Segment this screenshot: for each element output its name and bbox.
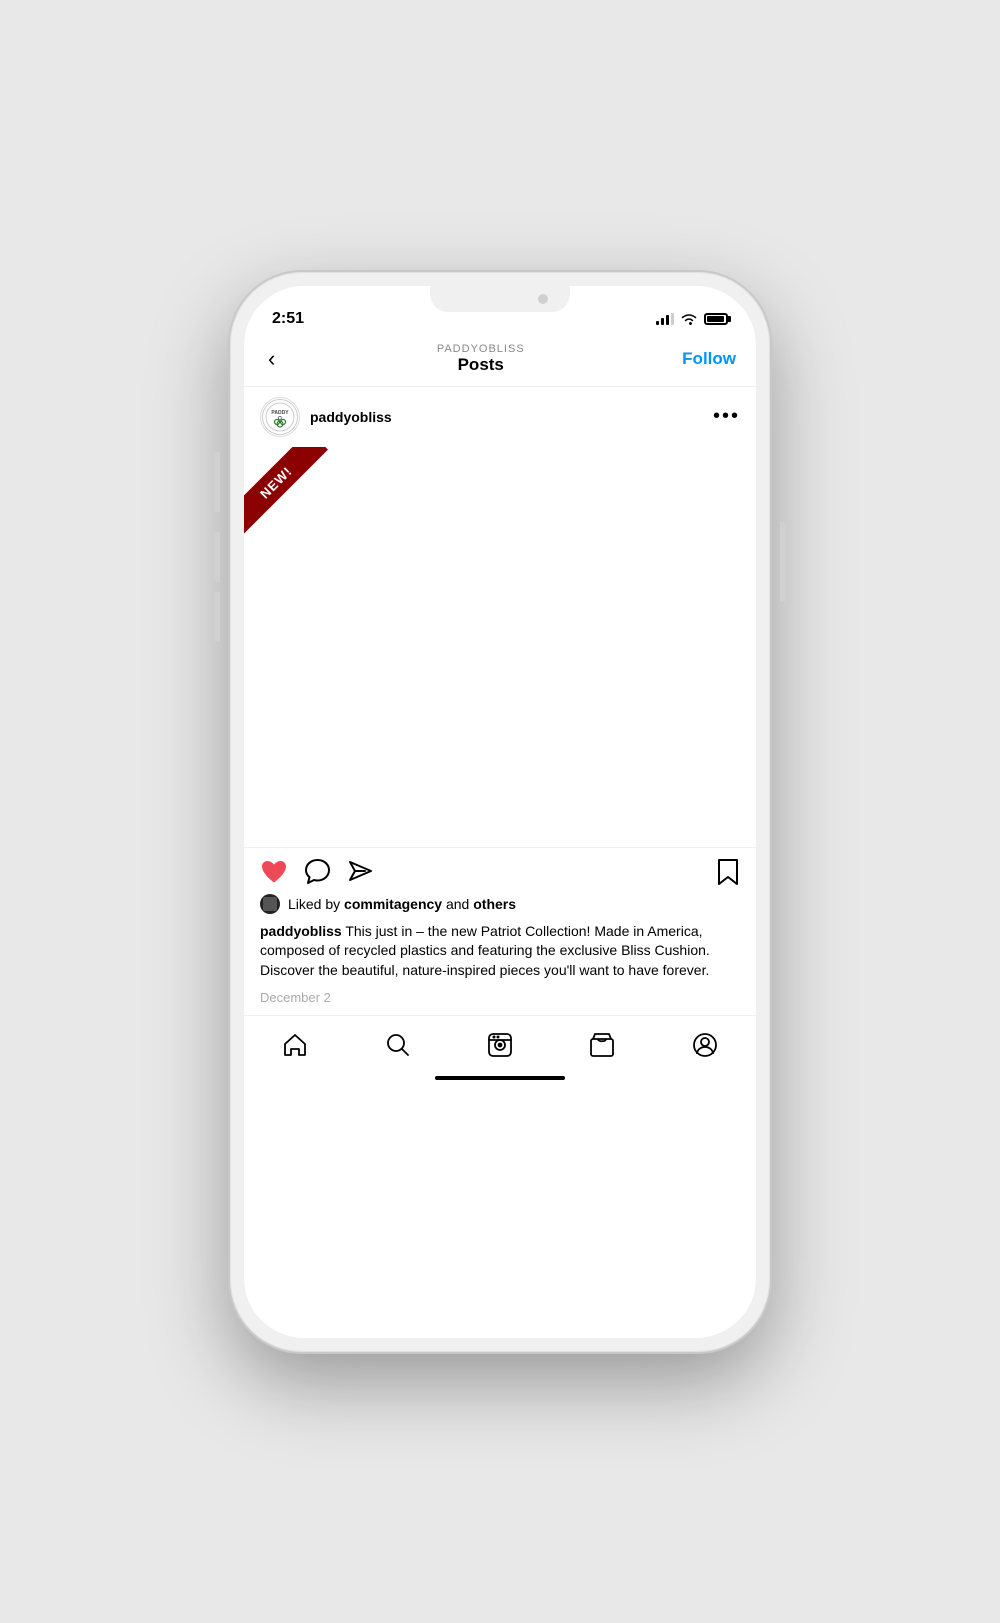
bottom-nav: [244, 1015, 756, 1070]
post-header: PADDY O paddyobliss •••: [244, 387, 756, 447]
likes-text: Liked by commitagency and others: [288, 896, 516, 912]
liked-by-others[interactable]: others: [473, 896, 516, 912]
nav-posts-label: Posts: [279, 355, 682, 375]
nav-reels[interactable]: [471, 1028, 529, 1062]
status-icons: [656, 312, 728, 326]
status-bar: 2:51: [244, 286, 756, 334]
phone-screen: 2:51: [244, 286, 756, 1338]
nav-header: ‹ PADDYOBLISS Posts Follow: [244, 334, 756, 387]
signal-icon: [656, 313, 674, 325]
likes-section: Liked by commitagency and others: [244, 894, 756, 920]
caption-section: paddyobliss This just in – the new Patri…: [244, 920, 756, 987]
home-icon: [282, 1032, 308, 1058]
nav-home[interactable]: [266, 1028, 324, 1062]
liked-avatar: [260, 894, 280, 914]
nav-username-small: PADDYOBLISS: [279, 343, 682, 355]
avatar[interactable]: PADDY O: [260, 397, 300, 437]
wifi-icon: [680, 312, 698, 326]
avatar-logo: PADDY O: [262, 399, 298, 435]
caption-text: paddyobliss This just in – the new Patri…: [260, 923, 710, 978]
post-image: NEW!: [244, 447, 756, 847]
action-left: [260, 858, 374, 885]
back-button[interactable]: ‹: [264, 342, 279, 376]
reels-icon: [487, 1032, 513, 1058]
post-username[interactable]: paddyobliss: [310, 409, 392, 425]
battery-icon: [704, 313, 728, 325]
liked-by-user[interactable]: commitagency: [344, 896, 442, 912]
comment-button[interactable]: [304, 858, 331, 885]
liked-by-prefix: Liked by: [288, 896, 344, 912]
new-ribbon: NEW!: [244, 447, 344, 547]
ribbon-text: NEW!: [244, 447, 328, 534]
share-button[interactable]: [347, 858, 374, 885]
status-time: 2:51: [272, 310, 304, 328]
follow-button[interactable]: Follow: [682, 349, 736, 369]
post-timestamp: December 2: [244, 986, 756, 1015]
home-indicator: [435, 1076, 565, 1080]
nav-search[interactable]: [369, 1028, 427, 1062]
power-button[interactable]: [780, 522, 786, 602]
notch: [430, 286, 570, 312]
post-user-info: PADDY O paddyobliss: [260, 397, 392, 437]
nav-shop[interactable]: [573, 1028, 631, 1062]
save-button[interactable]: [716, 858, 740, 886]
liked-avatar-inner: [263, 897, 277, 911]
more-options-button[interactable]: •••: [713, 405, 740, 428]
phone-frame: 2:51: [230, 272, 770, 1352]
nav-center: PADDYOBLISS Posts: [279, 343, 682, 375]
liked-by-suffix: and: [442, 896, 473, 912]
shop-icon: [589, 1032, 615, 1058]
camera: [538, 294, 548, 304]
caption-username[interactable]: paddyobliss: [260, 923, 342, 939]
nav-profile[interactable]: [676, 1028, 734, 1062]
like-button[interactable]: [260, 859, 288, 885]
profile-icon: [692, 1032, 718, 1058]
volume-down-button[interactable]: [214, 592, 220, 642]
search-icon: [385, 1032, 411, 1058]
volume-up-button[interactable]: [214, 532, 220, 582]
action-bar: [244, 847, 756, 894]
